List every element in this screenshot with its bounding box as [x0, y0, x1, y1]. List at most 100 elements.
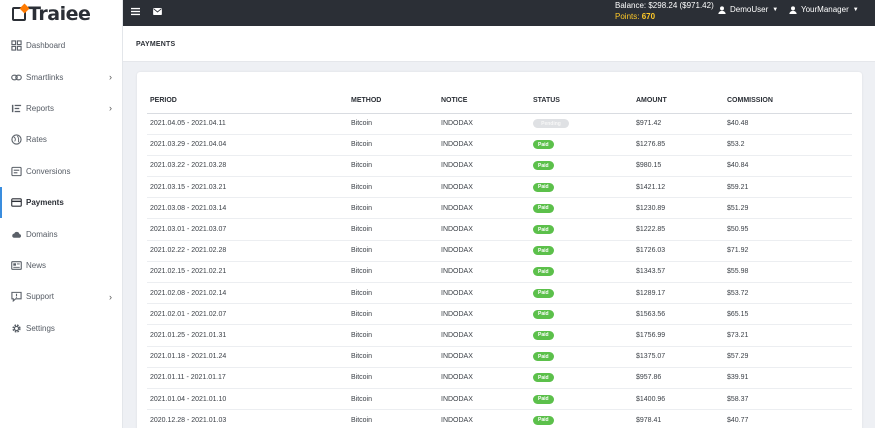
balance-display: Balance: $298.24 ($971.42) Points: 670: [615, 0, 714, 22]
column-header-period[interactable]: PERIOD: [147, 89, 348, 114]
method-cell: Bitcoin: [348, 367, 438, 389]
user-menu[interactable]: DemoUser ▼: [718, 5, 778, 14]
column-header-notice[interactable]: NOTICE: [438, 89, 530, 114]
period-cell: 2021.03.15 - 2021.03.21: [147, 176, 348, 199]
column-header-method[interactable]: METHOD: [348, 89, 438, 114]
status-cell: Paid: [530, 282, 633, 305]
status-cell: Paid: [530, 303, 633, 326]
sidebar-item-dashboard[interactable]: Dashboard: [0, 30, 122, 61]
sidebar-item-conversions[interactable]: Conversions: [0, 156, 122, 187]
sidebar: Traiee Dashboard Smartlinks › Reports ›: [0, 0, 123, 428]
status-badge: Paid: [533, 203, 554, 213]
hamburger-menu-icon[interactable]: [129, 5, 141, 17]
gear-icon: [11, 323, 22, 334]
sidebar-nav: Dashboard Smartlinks › Reports › Rates C…: [0, 30, 122, 344]
period-cell: 2021.02.22 - 2021.02.28: [147, 240, 348, 262]
commission-cell: $59.21: [724, 176, 852, 199]
status-cell: Paid: [530, 388, 633, 411]
sidebar-item-label: News: [26, 260, 47, 270]
logo-text: Traiee: [28, 3, 91, 25]
caret-down-icon: ▼: [852, 6, 859, 13]
status-badge: Paid: [533, 415, 554, 425]
status-cell: Paid: [530, 218, 633, 241]
logo[interactable]: Traiee: [0, 0, 122, 28]
status-cell: Paid: [530, 324, 633, 347]
method-cell: Bitcoin: [348, 218, 438, 241]
table-row: 2021.01.04 - 2021.01.10 Bitcoin INDODAX Pai…: [147, 388, 852, 411]
commission-cell: $71.92: [724, 240, 852, 262]
amount-cell: $1276.85: [633, 134, 724, 156]
amount-cell: $1222.85: [633, 218, 724, 241]
notice-cell: INDODAX: [438, 240, 530, 262]
column-header-commission[interactable]: COMMISSION: [724, 89, 852, 114]
period-cell: 2021.01.18 - 2021.01.24: [147, 346, 348, 368]
manager-menu[interactable]: YourManager ▼: [789, 5, 859, 14]
method-cell: Bitcoin: [348, 240, 438, 262]
sidebar-item-domains[interactable]: Domains: [0, 218, 122, 249]
sidebar-item-payments[interactable]: Payments: [0, 186, 122, 219]
period-cell: 2021.03.08 - 2021.03.14: [147, 197, 348, 220]
status-cell: Paid: [530, 134, 633, 156]
sidebar-item-reports[interactable]: Reports ›: [0, 93, 122, 124]
page-title: PAYMENTS: [136, 41, 176, 48]
method-cell: Bitcoin: [348, 409, 438, 428]
notice-cell: INDODAX: [438, 388, 530, 411]
status-cell: Paid: [530, 155, 633, 178]
table-row: 2021.02.01 - 2021.02.07 Bitcoin INDODAX Pai…: [147, 303, 852, 326]
table-row: 2021.02.08 - 2021.02.14 Bitcoin INDODAX Pai…: [147, 282, 852, 305]
amount-cell: $1421.12: [633, 176, 724, 199]
notice-cell: INDODAX: [438, 155, 530, 178]
column-header-amount[interactable]: AMOUNT: [633, 89, 724, 114]
status-cell: Paid: [530, 176, 633, 199]
notice-cell: INDODAX: [438, 218, 530, 241]
user-label: DemoUser: [730, 5, 769, 14]
status-badge: Paid: [533, 140, 554, 150]
table-row: 2020.12.28 - 2021.01.03 Bitcoin INDODAX Pai…: [147, 409, 852, 428]
envelope-icon[interactable]: [151, 5, 163, 17]
notice-cell: INDODAX: [438, 282, 530, 305]
sidebar-item-label: Support: [26, 292, 55, 302]
payments-card: PERIOD METHOD NOTICE STATUS AMOUNT COMMI…: [137, 72, 862, 428]
method-cell: Bitcoin: [348, 261, 438, 284]
chevron-right-icon: ›: [109, 103, 112, 114]
sidebar-item-smartlinks[interactable]: Smartlinks ›: [0, 61, 122, 92]
user-icon: [789, 5, 797, 14]
amount-cell: $1230.89: [633, 197, 724, 220]
page-header: PAYMENTS: [123, 26, 875, 62]
commission-cell: $55.98: [724, 261, 852, 284]
status-badge: Pending: [533, 119, 569, 129]
sidebar-item-label: Smartlinks: [26, 72, 64, 82]
sidebar-item-label: Settings: [26, 323, 55, 333]
period-cell: 2020.12.28 - 2021.01.03: [147, 409, 348, 428]
sidebar-item-settings[interactable]: Settings: [0, 313, 122, 344]
manager-label: YourManager: [801, 5, 849, 14]
sidebar-item-rates[interactable]: Rates: [0, 124, 122, 155]
table-row: 2021.02.22 - 2021.02.28 Bitcoin INDODAX Pai…: [147, 240, 852, 262]
column-header-status[interactable]: STATUS: [530, 89, 633, 114]
commission-cell: $57.29: [724, 346, 852, 368]
table-row: 2021.03.15 - 2021.03.21 Bitcoin INDODAX Pai…: [147, 176, 852, 199]
status-badge: Paid: [533, 394, 554, 404]
table-header-row: PERIOD METHOD NOTICE STATUS AMOUNT COMMI…: [147, 89, 852, 114]
sidebar-item-support[interactable]: Support ›: [0, 281, 122, 312]
globe-icon: [11, 134, 22, 145]
method-cell: Bitcoin: [348, 282, 438, 305]
method-cell: Bitcoin: [348, 176, 438, 199]
period-cell: 2021.02.15 - 2021.02.21: [147, 261, 348, 284]
conversions-icon: [11, 166, 22, 177]
amount-cell: $978.41: [633, 409, 724, 428]
table-row: 2021.01.18 - 2021.01.24 Bitcoin INDODAX Pai…: [147, 346, 852, 368]
status-badge: Paid: [533, 309, 554, 319]
sidebar-item-label: Rates: [26, 135, 47, 145]
status-badge: Paid: [533, 161, 554, 171]
dashboard-icon: [11, 40, 22, 51]
sidebar-item-news[interactable]: News: [0, 250, 122, 281]
amount-cell: $1756.99: [633, 324, 724, 347]
method-cell: Bitcoin: [348, 324, 438, 347]
user-icon: [718, 5, 726, 14]
method-cell: Bitcoin: [348, 155, 438, 178]
status-cell: Pending: [530, 113, 633, 135]
table-row: 2021.02.15 - 2021.02.21 Bitcoin INDODAX Pai…: [147, 261, 852, 284]
link-icon: [11, 72, 22, 83]
commission-cell: $53.72: [724, 282, 852, 305]
